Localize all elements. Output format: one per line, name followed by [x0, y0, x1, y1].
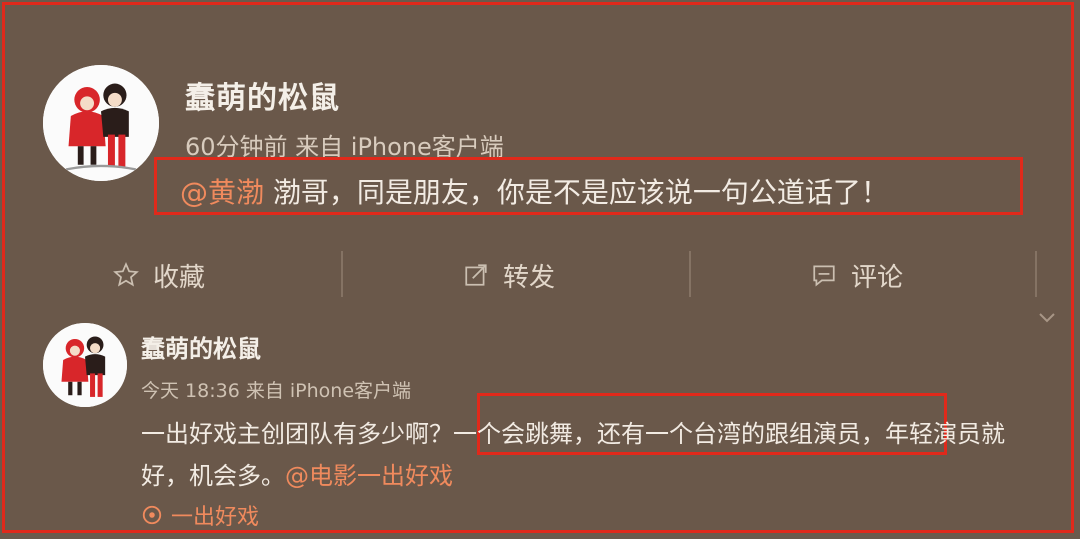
topic-label: 一出好戏 — [171, 505, 260, 530]
chevron-down-icon[interactable] — [1039, 313, 1055, 323]
comment-text: 好，机会多。 — [141, 462, 285, 490]
avatar-illustration-icon — [43, 65, 159, 181]
username[interactable]: 蠢萌的松鼠 — [141, 329, 261, 364]
screenshot-frame: 蠢萌的松鼠 60分钟前 来自 iPhone客户端 @黄渤 渤哥，同是朋友，你是不… — [2, 2, 1074, 533]
action-bar: 收藏 转发 评论 — [5, 245, 1077, 305]
comment-button[interactable]: 评论 — [811, 245, 903, 305]
repost-label: 转发 — [503, 262, 556, 293]
divider — [1035, 251, 1037, 297]
repost-icon — [465, 264, 487, 286]
comment-label: 评论 — [851, 262, 904, 293]
divider — [689, 251, 691, 297]
avatar[interactable] — [43, 323, 127, 407]
username[interactable]: 蠢萌的松鼠 — [185, 73, 340, 117]
comment-meta: 今天 18:36 来自 iPhone客户端 — [141, 380, 412, 402]
comment-icon — [813, 265, 835, 287]
favorite-label: 收藏 — [153, 262, 206, 293]
post-body: 渤哥，同是朋友，你是不是应该说一句公道话了！ — [264, 176, 889, 209]
avatar-illustration-icon — [43, 323, 127, 407]
comment-text-line: 好，机会多。@电影一出好戏 — [141, 456, 453, 491]
location-icon — [142, 505, 162, 525]
comment-item: 蠢萌的松鼠 今天 18:36 来自 iPhone客户端 一出好戏主创团队有多少啊… — [43, 323, 1071, 533]
topic-link[interactable]: 一出好戏 — [141, 499, 259, 531]
favorite-button[interactable]: 收藏 — [113, 245, 205, 305]
avatar[interactable] — [43, 65, 159, 181]
post-text: @黄渤 渤哥，同是朋友，你是不是应该说一句公道话了！ — [180, 171, 889, 211]
mention-link[interactable]: @黄渤 — [180, 176, 264, 209]
divider — [341, 251, 343, 297]
mention-link[interactable]: @电影一出好戏 — [285, 462, 453, 490]
weibo-post: 蠢萌的松鼠 60分钟前 来自 iPhone客户端 @黄渤 渤哥，同是朋友，你是不… — [43, 57, 1051, 237]
comment-text-line: 一出好戏主创团队有多少啊？一个会跳舞，还有一个台湾的跟组演员，年轻演员就 — [141, 420, 1005, 448]
repost-button[interactable]: 转发 — [463, 245, 555, 305]
star-icon — [113, 262, 139, 287]
